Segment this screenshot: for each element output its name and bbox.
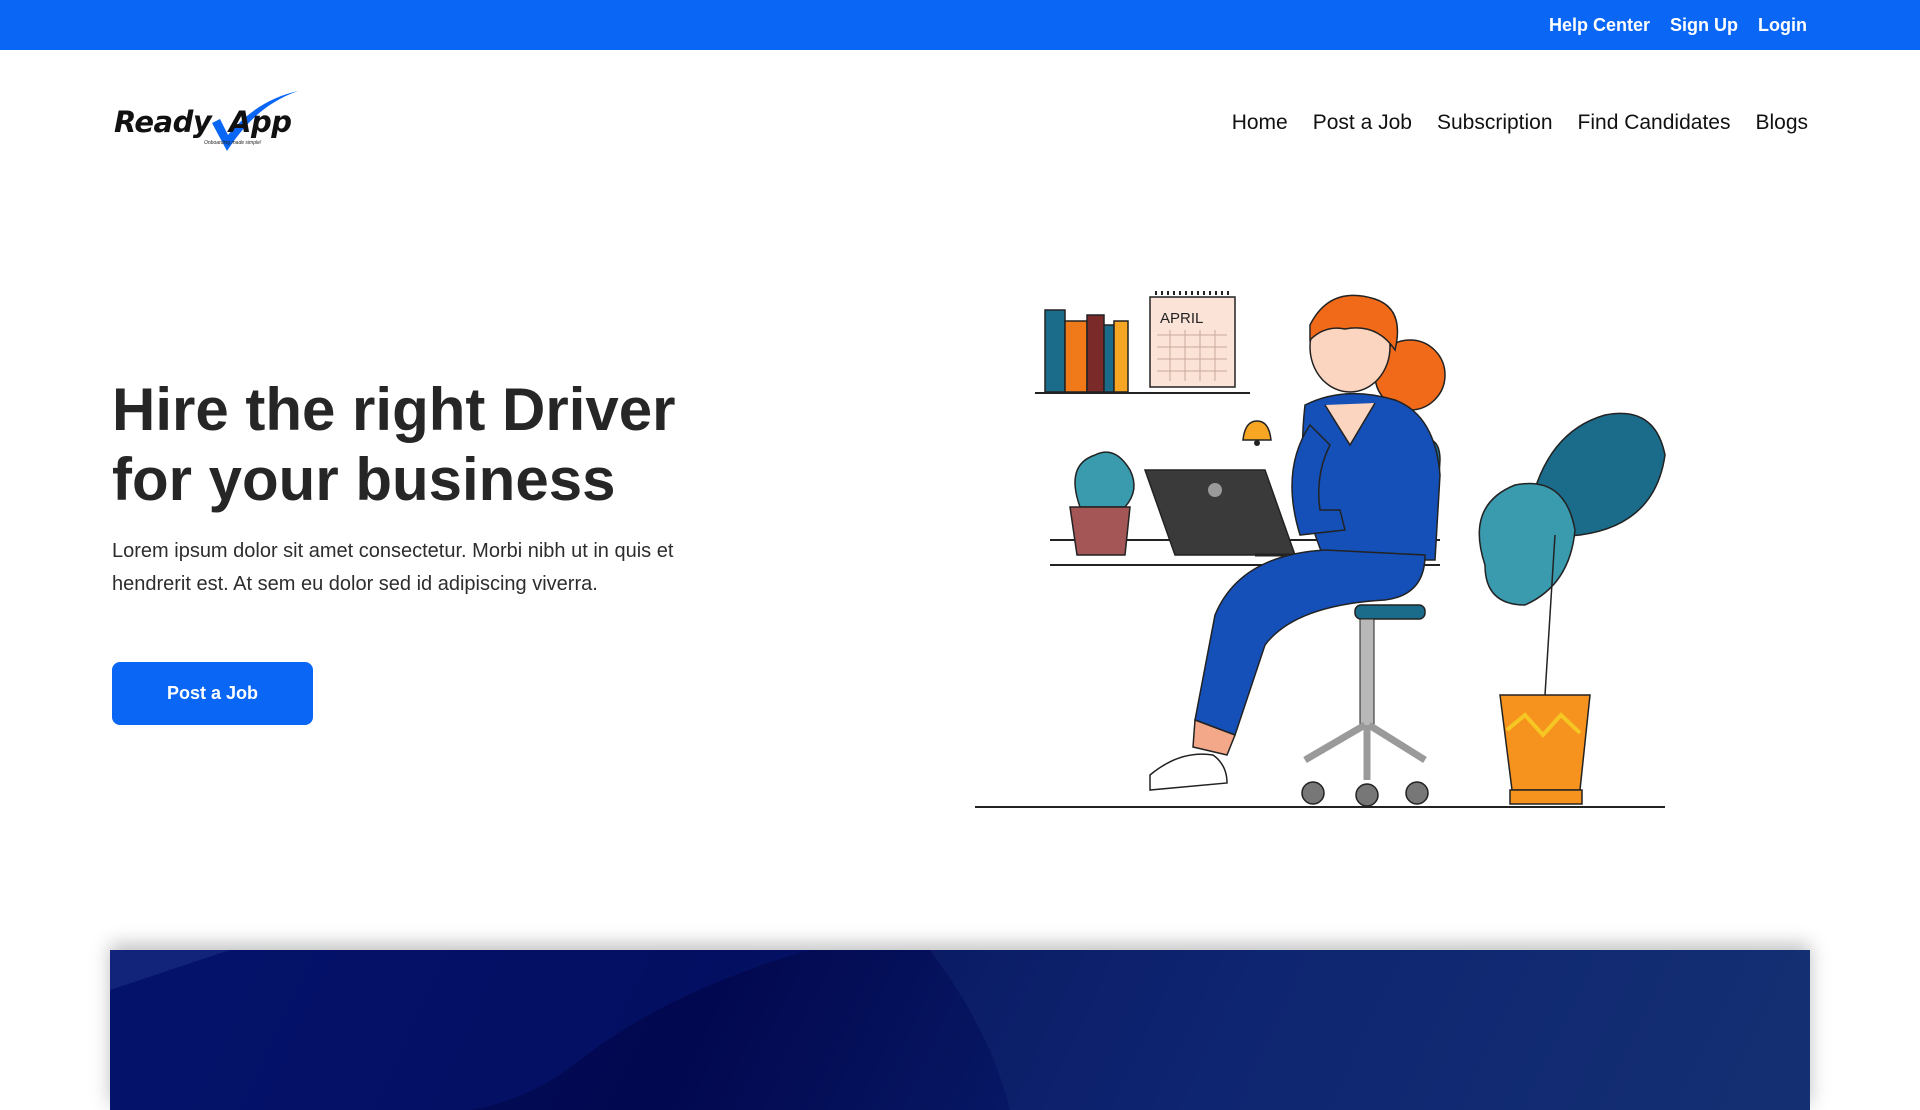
- ready-app-logo[interactable]: Ready App Onboarding made simple!: [112, 85, 302, 160]
- small-potted-plant-icon: [1069, 451, 1135, 556]
- logo-word-ready: Ready: [114, 105, 212, 139]
- login-link[interactable]: Login: [1758, 15, 1807, 36]
- hero-description-line-1: Lorem ipsum dolor sit amet consectetur. …: [112, 540, 674, 562]
- calendar-icon: APRIL: [1149, 291, 1236, 388]
- site-header: Ready App Onboarding made simple! Home P…: [0, 50, 1920, 195]
- woman-at-desk-illustration: APRIL: [975, 291, 1666, 808]
- post-a-job-button[interactable]: Post a Job: [112, 662, 313, 725]
- laptop-icon: [1143, 469, 1297, 557]
- banner-wave-decoration: [110, 950, 1810, 1110]
- top-utility-bar: Help Center Sign Up Login: [0, 0, 1920, 50]
- help-center-link[interactable]: Help Center: [1549, 15, 1650, 36]
- nav-subscription[interactable]: Subscription: [1437, 111, 1553, 135]
- hero-title-line-2: for your business: [112, 446, 616, 513]
- hero-description-line-2: hendrerit est. At sem eu dolor sed id ad…: [112, 573, 598, 595]
- notification-bell-icon: [1242, 420, 1272, 446]
- sign-up-link[interactable]: Sign Up: [1670, 15, 1738, 36]
- nav-blogs[interactable]: Blogs: [1755, 111, 1808, 135]
- dark-hero-banner: [110, 950, 1810, 1110]
- calendar-month-label: APRIL: [1160, 310, 1203, 327]
- monstera-plant-icon: [1478, 412, 1666, 805]
- nav-post-a-job[interactable]: Post a Job: [1313, 111, 1412, 135]
- main-navigation: Home Post a Job Subscription Find Candid…: [1232, 50, 1808, 195]
- hero-description: Lorem ipsum dolor sit amet consectetur. …: [112, 535, 712, 601]
- utility-links: Help Center Sign Up Login: [1549, 0, 1807, 50]
- logo-tagline: Onboarding made simple!: [204, 140, 262, 146]
- books-icon: [1044, 309, 1129, 393]
- logo-word-app: App: [229, 105, 292, 139]
- hero-title-line-1: Hire the right Driver: [112, 376, 676, 443]
- nav-find-candidates[interactable]: Find Candidates: [1578, 111, 1731, 135]
- nav-home[interactable]: Home: [1232, 111, 1288, 135]
- hero-title: Hire the right Driver for your business: [112, 375, 732, 515]
